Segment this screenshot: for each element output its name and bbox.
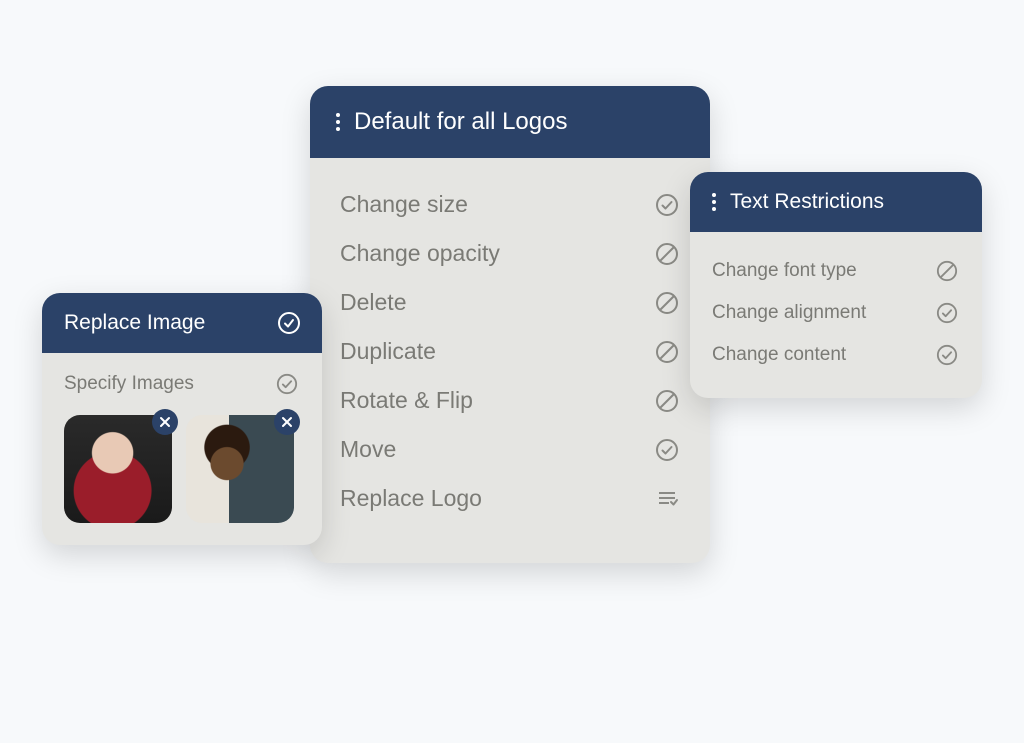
more-icon[interactable] <box>712 193 716 211</box>
option-label: Change size <box>340 191 654 218</box>
panel-header: Replace Image <box>42 293 322 353</box>
option-label: Rotate & Flip <box>340 387 654 414</box>
check-circle-icon <box>278 312 300 334</box>
block-icon <box>654 388 680 414</box>
block-icon <box>654 290 680 316</box>
option-replace-logo[interactable]: Replace Logo <box>340 474 680 523</box>
panel-body: Specify Images <box>42 353 322 545</box>
panel-body: Change size Change opacity Delete Duplic… <box>310 158 710 563</box>
panel-body: Change font type Change alignment Change… <box>690 232 982 398</box>
option-change-alignment[interactable]: Change alignment <box>712 292 960 334</box>
option-label: Replace Logo <box>340 485 654 512</box>
panel-header: Default for all Logos <box>310 86 710 158</box>
specify-images-row[interactable]: Specify Images <box>64 371 300 405</box>
remove-image-button[interactable] <box>274 409 300 435</box>
option-label: Change opacity <box>340 240 654 267</box>
option-label: Move <box>340 436 654 463</box>
panel-header: Text Restrictions <box>690 172 982 232</box>
image-thumb-2[interactable] <box>186 415 294 523</box>
panel-title: Replace Image <box>64 311 205 335</box>
option-label: Change font type <box>712 260 934 282</box>
list-check-icon <box>654 486 680 512</box>
image-thumbnails <box>64 415 300 523</box>
check-circle-icon <box>654 437 680 463</box>
section-label: Specify Images <box>64 373 274 395</box>
option-rotate-flip[interactable]: Rotate & Flip <box>340 376 680 425</box>
option-move[interactable]: Move <box>340 425 680 474</box>
option-label: Change alignment <box>712 302 934 324</box>
block-icon <box>934 258 960 284</box>
image-thumb-1[interactable] <box>64 415 172 523</box>
block-icon <box>654 241 680 267</box>
option-change-size[interactable]: Change size <box>340 180 680 229</box>
check-circle-icon <box>934 342 960 368</box>
more-icon[interactable] <box>336 113 340 131</box>
default-logos-panel: Default for all Logos Change size Change… <box>310 86 710 563</box>
check-circle-icon <box>274 371 300 397</box>
option-change-opacity[interactable]: Change opacity <box>340 229 680 278</box>
option-delete[interactable]: Delete <box>340 278 680 327</box>
block-icon <box>654 339 680 365</box>
panel-title: Default for all Logos <box>354 108 567 136</box>
option-label: Change content <box>712 344 934 366</box>
option-change-content[interactable]: Change content <box>712 334 960 376</box>
replace-image-panel: Replace Image Specify Images <box>42 293 322 545</box>
option-change-font-type[interactable]: Change font type <box>712 250 960 292</box>
check-circle-icon <box>934 300 960 326</box>
option-label: Delete <box>340 289 654 316</box>
remove-image-button[interactable] <box>152 409 178 435</box>
check-circle-icon <box>654 192 680 218</box>
panel-title: Text Restrictions <box>730 190 884 214</box>
text-restrictions-panel: Text Restrictions Change font type Chang… <box>690 172 982 398</box>
option-label: Duplicate <box>340 338 654 365</box>
option-duplicate[interactable]: Duplicate <box>340 327 680 376</box>
